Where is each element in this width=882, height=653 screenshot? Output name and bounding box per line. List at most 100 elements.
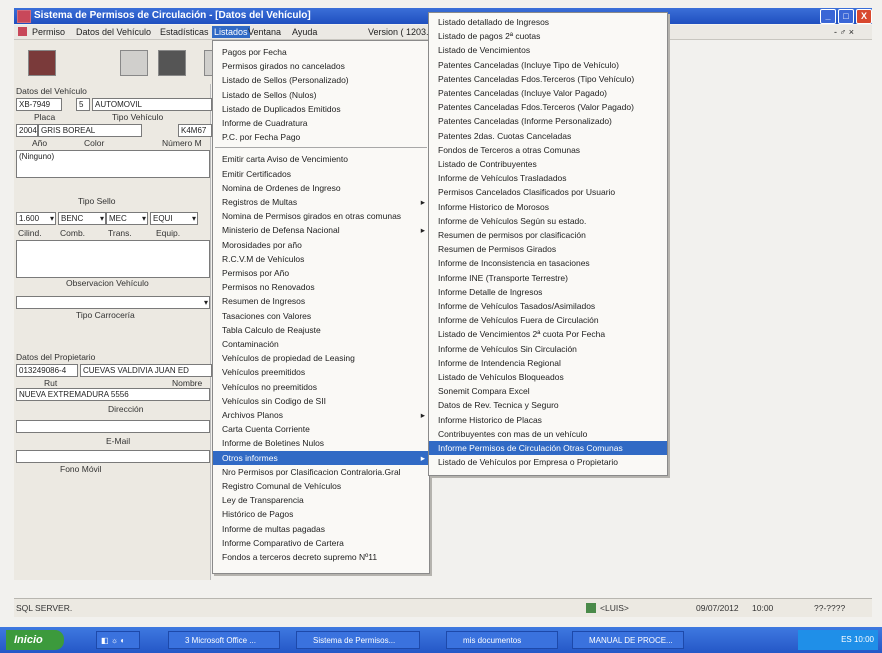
printer-icon[interactable] bbox=[120, 50, 148, 76]
menu-item[interactable]: Tabla Calculo de Reajuste bbox=[213, 323, 429, 337]
menu-item[interactable]: Carta Cuenta Corriente bbox=[213, 422, 429, 436]
menu-item[interactable]: Ministerio de Defensa Nacional bbox=[213, 223, 429, 237]
menu-item[interactable]: Pagos por Fecha bbox=[213, 45, 429, 59]
menu-item[interactable]: Vehículos de propiedad de Leasing bbox=[213, 351, 429, 365]
menu-item[interactable]: Informe de Vehículos Tasados/Asimilados bbox=[429, 299, 667, 313]
menu-item[interactable]: Informe de Intendencia Regional bbox=[429, 356, 667, 370]
doc-icon[interactable] bbox=[18, 27, 27, 36]
menu-item[interactable]: Informe de Vehículos Sin Circulación bbox=[429, 342, 667, 356]
menu-item[interactable]: Informe de Vehículos Trasladados bbox=[429, 171, 667, 185]
menu-item[interactable]: Informe Detalle de Ingresos bbox=[429, 285, 667, 299]
menu-item[interactable]: R.C.V.M de Vehículos bbox=[213, 252, 429, 266]
menu-item[interactable]: Histórico de Pagos bbox=[213, 507, 429, 521]
menu-datos-vehiculo[interactable]: Datos del Vehículo bbox=[76, 26, 151, 38]
carroceria-combo[interactable] bbox=[16, 296, 210, 309]
equipamiento-combo[interactable]: EQUI bbox=[150, 212, 198, 225]
observacion-textarea[interactable] bbox=[16, 240, 210, 278]
menu-item[interactable]: Patentes Canceladas (Incluye Valor Pagad… bbox=[429, 86, 667, 100]
menu-item[interactable]: Fondos a terceros decreto supremo Nº11 bbox=[213, 550, 429, 564]
menu-permiso[interactable]: Permiso bbox=[32, 26, 65, 38]
transmision-combo[interactable]: MEC bbox=[106, 212, 148, 225]
menu-item[interactable]: Informe Comparativo de Cartera bbox=[213, 536, 429, 550]
menu-item[interactable]: Nomina de Permisos girados en otras comu… bbox=[213, 209, 429, 223]
task-permisos[interactable]: Sistema de Permisos... bbox=[296, 631, 420, 649]
year-field[interactable]: 2004 bbox=[16, 124, 38, 137]
rut-field[interactable]: 013249086-4 bbox=[16, 364, 78, 377]
menu-item[interactable]: Vehículos sin Codigo de SII bbox=[213, 394, 429, 408]
menu-item[interactable]: Resumen de Ingresos bbox=[213, 294, 429, 308]
trash-icon[interactable] bbox=[158, 50, 186, 76]
menu-item[interactable]: Informe de multas pagadas bbox=[213, 522, 429, 536]
menu-item[interactable]: Listado de Vehículos por Empresa o Propi… bbox=[429, 455, 667, 469]
start-button[interactable]: Inicio bbox=[6, 630, 64, 650]
menu-item[interactable]: Vehículos no preemitidos bbox=[213, 380, 429, 394]
menu-item[interactable]: Listado de Sellos (Personalizado) bbox=[213, 73, 429, 87]
menu-item[interactable]: Informe de Inconsistencia en tasaciones bbox=[429, 256, 667, 270]
menu-item[interactable]: Nomina de Ordenes de Ingreso bbox=[213, 181, 429, 195]
menu-item[interactable]: Listado de Vencimientos 2ª cuota Por Fec… bbox=[429, 327, 667, 341]
menu-item[interactable]: Informe Historico de Placas bbox=[429, 413, 667, 427]
menu-item[interactable]: Informe Historico de Morosos bbox=[429, 200, 667, 214]
task-office[interactable]: 3 Microsoft Office ... bbox=[168, 631, 280, 649]
menu-item[interactable]: Emitir carta Aviso de Vencimiento bbox=[213, 152, 429, 166]
quick-launch[interactable]: ◧ ☼ ◐ bbox=[96, 631, 140, 649]
menu-item[interactable]: Listado de Contribuyentes bbox=[429, 157, 667, 171]
tray-lang[interactable]: ES bbox=[841, 635, 852, 644]
menu-item[interactable]: Permisos Cancelados Clasificados por Usu… bbox=[429, 185, 667, 199]
menu-item[interactable]: Informe Permisos de Circulación Otras Co… bbox=[429, 441, 667, 455]
color-field[interactable]: GRIS BOREAL bbox=[38, 124, 142, 137]
vehicle-icon[interactable] bbox=[28, 50, 56, 76]
number-field[interactable]: K4M67 bbox=[178, 124, 212, 137]
menu-item[interactable]: Listado de pagos 2ª cuotas bbox=[429, 29, 667, 43]
menu-item[interactable]: Listado de Vehículos Bloqueados bbox=[429, 370, 667, 384]
menu-item[interactable]: Informe de Vehículos Fuera de Circulació… bbox=[429, 313, 667, 327]
task-documentos[interactable]: mis documentos bbox=[446, 631, 558, 649]
menu-item[interactable]: Registro Comunal de Vehículos bbox=[213, 479, 429, 493]
menu-item[interactable]: Registros de Multas bbox=[213, 195, 429, 209]
menu-item[interactable]: Vehículos preemitidos bbox=[213, 365, 429, 379]
menu-item[interactable]: Permisos por Año bbox=[213, 266, 429, 280]
menu-item[interactable]: Patentes 2das. Cuotas Canceladas bbox=[429, 129, 667, 143]
menu-ayuda[interactable]: Ayuda bbox=[292, 26, 317, 38]
app-icon[interactable] bbox=[17, 10, 31, 23]
sello-field[interactable]: (Ninguno) bbox=[16, 150, 210, 178]
combustible-combo[interactable]: BENC bbox=[58, 212, 106, 225]
dv-field[interactable]: 5 bbox=[76, 98, 90, 111]
menu-ventana[interactable]: Ventana bbox=[248, 26, 281, 38]
menu-estadisticas[interactable]: Estadísticas bbox=[160, 26, 209, 38]
fono-field[interactable] bbox=[16, 450, 210, 463]
menu-item[interactable]: Fondos de Terceros a otras Comunas bbox=[429, 143, 667, 157]
menu-item[interactable]: P.C. por Fecha Pago bbox=[213, 130, 429, 144]
menu-item[interactable]: Ley de Transparencia bbox=[213, 493, 429, 507]
menu-item[interactable]: Listado de Duplicados Emitidos bbox=[213, 102, 429, 116]
menu-item[interactable]: Listado de Sellos (Nulos) bbox=[213, 88, 429, 102]
menu-item[interactable]: Patentes Canceladas Fdos.Terceros (Tipo … bbox=[429, 72, 667, 86]
menu-item[interactable]: Otros informes bbox=[213, 450, 429, 465]
menu-item[interactable]: Tasaciones con Valores bbox=[213, 309, 429, 323]
email-field[interactable] bbox=[16, 420, 210, 433]
menu-item[interactable]: Archivos Planos bbox=[213, 408, 429, 422]
menu-item[interactable]: Permisos girados no cancelados bbox=[213, 59, 429, 73]
plate-field[interactable]: XB-7949 bbox=[16, 98, 62, 111]
menu-item[interactable]: Patentes Canceladas (Informe Personaliza… bbox=[429, 114, 667, 128]
vehicle-type-field[interactable]: AUTOMOVIL bbox=[92, 98, 212, 111]
address-field[interactable]: NUEVA EXTREMADURA 5556 bbox=[16, 388, 210, 401]
inner-window-controls[interactable]: - ♂ × bbox=[834, 26, 854, 38]
menu-item[interactable]: Emitir Certificados bbox=[213, 167, 429, 181]
menu-item[interactable]: Informe INE (Transporte Terrestre) bbox=[429, 271, 667, 285]
menu-item[interactable]: Datos de Rev. Tecnica y Seguro bbox=[429, 398, 667, 412]
menu-item[interactable]: Sonemit Compara Excel bbox=[429, 384, 667, 398]
menu-item[interactable]: Patentes Canceladas Fdos.Terceros (Valor… bbox=[429, 100, 667, 114]
task-manual[interactable]: MANUAL DE PROCE... bbox=[572, 631, 684, 649]
menu-item[interactable]: Nro Permisos por Clasificacion Contralor… bbox=[213, 465, 429, 479]
menu-item[interactable]: Resumen de Permisos Girados bbox=[429, 242, 667, 256]
menu-item[interactable]: Listado detallado de Ingresos bbox=[429, 15, 667, 29]
close-button[interactable]: X bbox=[856, 9, 872, 24]
menu-item[interactable]: Listado de Vencimientos bbox=[429, 43, 667, 57]
menu-listados[interactable]: Listados bbox=[212, 26, 250, 38]
menu-item[interactable]: Contribuyentes con mas de un vehículo bbox=[429, 427, 667, 441]
menu-item[interactable]: Patentes Canceladas (Incluye Tipo de Veh… bbox=[429, 58, 667, 72]
minimize-button[interactable]: _ bbox=[820, 9, 836, 24]
menu-item[interactable]: Informe de Boletines Nulos bbox=[213, 436, 429, 450]
owner-name-field[interactable]: CUEVAS VALDIVIA JUAN ED bbox=[80, 364, 212, 377]
